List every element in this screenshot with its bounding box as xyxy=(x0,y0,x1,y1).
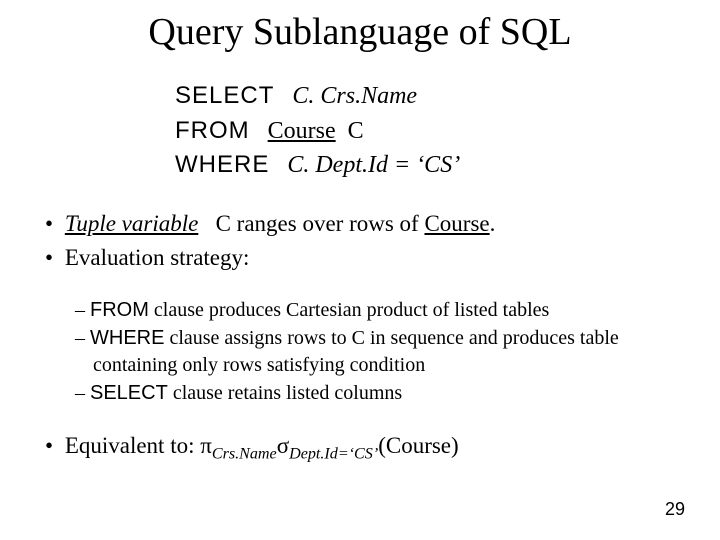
sql-query-block: SELECT C. Crs.Name FROM Course C WHERE C… xyxy=(175,79,675,183)
bullet-list: Tuple variable C ranges over rows of Cou… xyxy=(45,208,675,274)
equivalent-label: Equivalent to: xyxy=(65,433,200,458)
kw-select: SELECT xyxy=(90,382,168,404)
sub-select-text: clause retains listed columns xyxy=(168,382,402,404)
bullet-text-end: . xyxy=(490,211,496,236)
sub-from-text: clause produces Cartesian product of lis… xyxy=(149,299,549,321)
bullet-equivalent: Equivalent to: πCrs.NameσDept.Id=‘CS’(Co… xyxy=(45,430,675,466)
pi-symbol: π xyxy=(200,433,212,458)
ra-argument: (Course) xyxy=(378,433,458,458)
sigma-symbol: σ xyxy=(277,433,289,458)
kw-from: FROM xyxy=(90,299,149,321)
select-columns: C. Crs.Name xyxy=(292,83,417,109)
sub-where: WHERE clause assigns rows to C in sequen… xyxy=(75,325,675,379)
sub-list: FROM clause produces Cartesian product o… xyxy=(45,297,675,407)
from-table: Course xyxy=(268,118,336,144)
where-condition: C. Dept.Id = ‘CS’ xyxy=(287,152,460,178)
term-tuple-variable: Tuple variable xyxy=(65,211,199,236)
pi-subscript: Crs.Name xyxy=(212,446,277,463)
from-keyword: FROM xyxy=(175,117,250,144)
sigma-subscript: Dept.Id=‘CS’ xyxy=(289,446,378,463)
bullet-list-2: Equivalent to: πCrs.NameσDept.Id=‘CS’(Co… xyxy=(45,430,675,466)
sub-where-text: clause assigns rows to C in sequence and… xyxy=(93,327,619,376)
from-line: FROM Course C xyxy=(175,114,675,149)
slide-title: Query Sublanguage of SQL xyxy=(45,10,675,54)
bullet-text: C ranges over rows of xyxy=(216,211,425,236)
from-alias: C xyxy=(348,118,364,144)
kw-where: WHERE xyxy=(90,327,164,349)
bullet-evaluation-strategy: Evaluation strategy: xyxy=(45,242,675,274)
page-number: 29 xyxy=(665,499,685,520)
select-keyword: SELECT xyxy=(175,82,274,109)
where-line: WHERE C. Dept.Id = ‘CS’ xyxy=(175,148,675,183)
sub-from: FROM clause produces Cartesian product o… xyxy=(75,297,675,324)
select-line: SELECT C. Crs.Name xyxy=(175,79,675,114)
where-keyword: WHERE xyxy=(175,151,269,178)
sub-select: SELECT clause retains listed columns xyxy=(75,380,675,407)
bullet-tuple-variable: Tuple variable C ranges over rows of Cou… xyxy=(45,208,675,240)
term-course: Course xyxy=(424,211,489,236)
